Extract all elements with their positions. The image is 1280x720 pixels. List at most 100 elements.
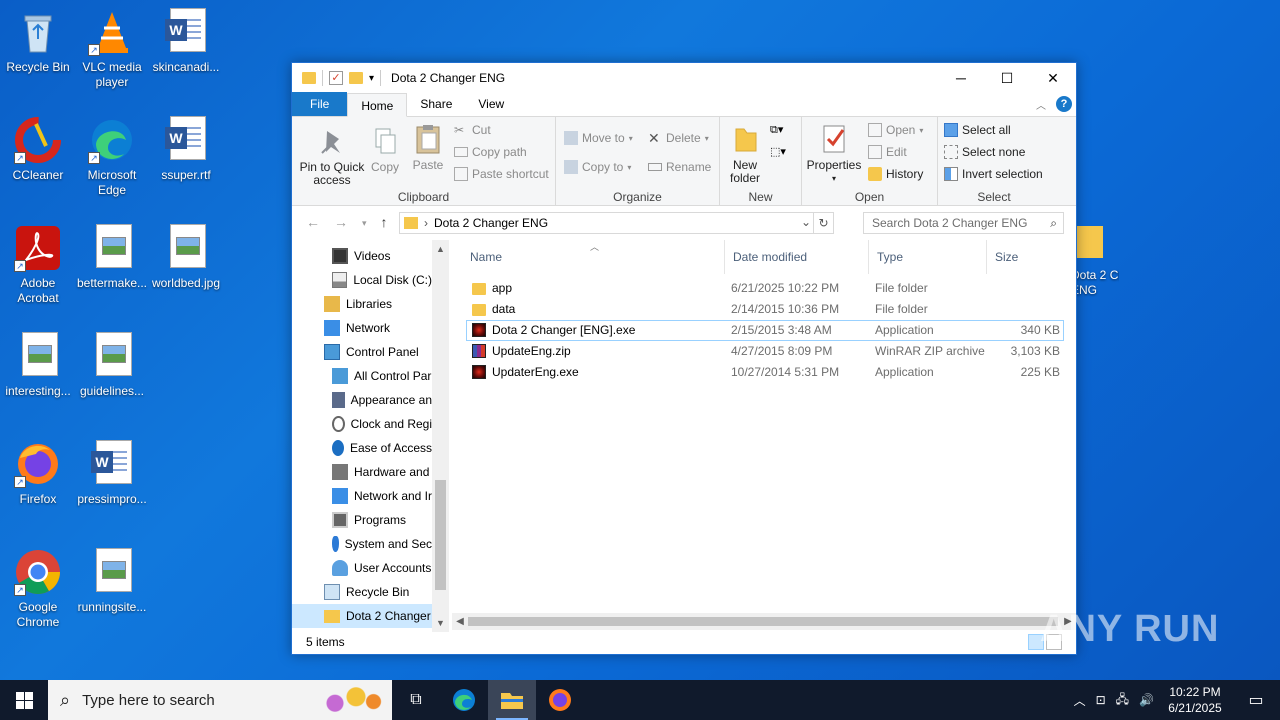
open-button[interactable]: Open ▾ [868,123,923,137]
start-button[interactable] [0,680,48,720]
nav-item-hardware[interactable]: Hardware and [332,460,432,484]
tab-share[interactable]: Share [407,92,465,116]
close-button[interactable]: ✕ [1030,63,1076,93]
new-item-icon[interactable]: ⧉▾ [770,123,783,137]
breadcrumb-separator-icon[interactable]: › [424,216,428,230]
rename-button[interactable]: Rename [648,160,711,174]
volume-icon[interactable]: 🔊 [1139,693,1154,707]
pin-to-quick-access-button[interactable]: Pin to Quick access [298,125,366,187]
desktop-icon-adobe-acrobat[interactable]: ↗ Adobe Acrobat [0,224,76,306]
file-row[interactable]: UpdateEng.zip 4/27/2015 8:09 PM WinRAR Z… [466,341,1064,362]
nav-item-videos[interactable]: Videos [332,244,432,268]
edit-button[interactable]: Edit [868,145,907,159]
nav-item-programs[interactable]: Programs [332,508,432,532]
scroll-up-chevron-icon[interactable]: ▲ [432,244,449,254]
tab-view[interactable]: View [465,92,517,116]
select-none-button[interactable]: Select none [944,145,1025,159]
desktop-icon-file[interactable]: W ssuper.rtf [148,116,224,183]
desktop-icon-google-chrome[interactable]: ↗ Google Chrome [0,548,76,630]
scrollbar-thumb[interactable] [435,480,446,590]
nav-item-clock-region[interactable]: Clock and Regi [332,412,432,436]
desktop-icon-file[interactable]: interesting... [0,332,76,399]
tab-home[interactable]: Home [347,93,408,117]
properties-icon[interactable]: ✓ [329,71,343,85]
desktop-icon-file[interactable]: guidelines... [74,332,150,399]
scroll-left-chevron-icon[interactable]: ◀ [452,613,468,630]
recent-locations-chevron-icon[interactable]: ▾ [362,214,367,232]
desktop-icon-firefox[interactable]: ↗ Firefox [0,440,76,507]
column-header-date-modified[interactable]: Date modified [725,240,869,274]
desktop-icon-file[interactable]: worldbed.jpg [148,224,224,291]
desktop-icon-folder-partial[interactable]: Dota 2 Changer ENG [1071,226,1119,298]
file-row[interactable]: data 2/14/2015 10:36 PM File folder [466,299,1064,320]
history-button[interactable]: History [868,167,923,181]
minimize-button[interactable]: ─ [938,63,984,93]
paste-shortcut-button[interactable]: Paste shortcut [454,167,549,181]
nav-item-ease-of-access[interactable]: Ease of Access [332,436,432,460]
copy-path-button[interactable]: Copy path [454,145,527,159]
properties-button[interactable]: Properties ▾ [806,123,862,185]
nav-item-network-internet[interactable]: Network and Ir [332,484,432,508]
desktop-icon-file[interactable]: W skincanadi... [148,8,224,75]
column-header-size[interactable]: Size [987,240,1063,274]
column-header-name[interactable]: Name [462,240,725,274]
move-to-button[interactable]: Move to ▾ [564,131,633,145]
maximize-button[interactable]: ☐ [984,63,1030,93]
task-view-button[interactable]: ⧉ [392,680,440,720]
back-arrow-icon[interactable]: ← [306,214,320,232]
nav-item-recycle-bin[interactable]: Recycle Bin [324,580,432,604]
address-bar[interactable]: › Dota 2 Changer ENG ⌄ ↻ [399,212,834,234]
copy-to-button[interactable]: Copy to ▾ [564,160,631,174]
file-row[interactable]: app 6/21/2025 10:22 PM File folder [466,278,1064,299]
delete-button[interactable]: ✕ Delete ▾ [648,131,709,145]
cut-button[interactable]: ✂ Cut [454,123,491,137]
invert-selection-button[interactable]: Invert selection [944,167,1043,181]
easy-access-icon[interactable]: ⬚▾ [770,145,786,158]
desktop-icon-vlc[interactable]: ↗ VLC media player [74,8,150,90]
desktop-icon-ccleaner[interactable]: ↗ CCleaner [0,116,76,183]
nav-item-all-control-panel[interactable]: All Control Par [332,364,432,388]
customize-toolbar-chevron-icon[interactable]: ▾ [369,73,374,84]
collapse-ribbon-chevron-icon[interactable]: ︿ [1036,97,1046,112]
tab-file[interactable]: File [292,92,348,116]
help-icon[interactable]: ? [1056,96,1072,112]
desktop-icon-file[interactable]: bettermake... [74,224,150,291]
network-icon[interactable]: 🖧 [1116,690,1129,711]
up-arrow-icon[interactable]: ↑ [381,214,388,232]
file-row[interactable]: UpdaterEng.exe 10/27/2014 5:31 PM Applic… [466,362,1064,383]
desktop-icon-file[interactable]: W pressimpro... [74,440,150,507]
nav-item-user-accounts[interactable]: User Accounts [332,556,432,580]
taskbar-firefox[interactable] [536,680,584,720]
copy-button[interactable]: Copy [368,125,402,174]
address-dropdown-chevron-icon[interactable]: ⌄ [801,215,811,229]
taskbar-search-box[interactable]: ⌕ Type here to search [48,680,392,720]
refresh-icon[interactable]: ↻ [813,213,833,233]
desktop-icon-edge[interactable]: ↗ Microsoft Edge [74,116,150,198]
new-folder-button[interactable]: New folder [726,123,764,185]
nav-item-libraries[interactable]: Libraries [324,292,432,316]
scroll-down-chevron-icon[interactable]: ▼ [432,618,449,628]
desktop-icon-recycle-bin[interactable]: Recycle Bin [0,8,76,75]
nav-item-local-disk[interactable]: Local Disk (C:) [332,268,432,292]
select-all-button[interactable]: Select all [944,123,1011,137]
scrollbar-thumb[interactable] [468,617,1058,626]
clock[interactable]: 10:22 PM 6/21/2025 [1164,684,1226,716]
nav-item-appearance[interactable]: Appearance an [332,388,432,412]
notification-button[interactable]: ▭ [1236,680,1276,720]
search-input[interactable]: Search Dota 2 Changer ENG ⌕ [863,212,1064,234]
column-header-type[interactable]: Type [869,240,987,274]
nav-item-system-security[interactable]: System and Sec [332,532,432,556]
nav-item-network[interactable]: Network [324,316,432,340]
show-hidden-icons-chevron-icon[interactable]: ︿ [1074,692,1086,709]
paste-button[interactable]: Paste [410,123,446,172]
taskbar-file-explorer[interactable] [488,680,536,720]
forward-arrow-icon[interactable]: → [334,214,348,232]
file-row[interactable]: Dota 2 Changer [ENG].exe 2/15/2015 3:48 … [466,320,1064,341]
horizontal-scrollbar[interactable]: ◀ ▶ [452,613,1076,630]
device-icon[interactable]: ⊡ [1096,693,1106,707]
new-folder-icon[interactable] [349,72,363,84]
desktop-icon-file[interactable]: runningsite... [74,548,150,615]
nav-item-control-panel[interactable]: Control Panel [324,340,432,364]
nav-item-dota-2-changer[interactable]: Dota 2 Changer [292,604,432,628]
taskbar-edge[interactable] [440,680,488,720]
